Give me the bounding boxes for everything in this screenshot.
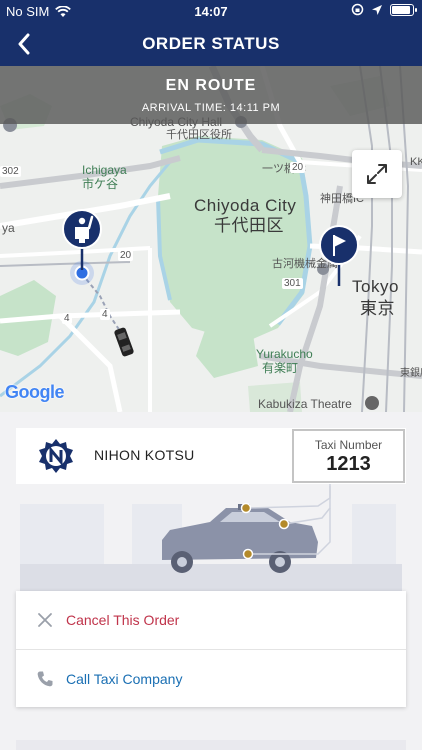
order-status-label: EN ROUTE xyxy=(165,77,257,94)
taxi-number-box: Taxi Number 1213 xyxy=(292,429,405,483)
order-actions: Cancel This Order Call Taxi Company xyxy=(16,591,406,707)
battery-icon xyxy=(390,3,417,16)
page-title: ORDER STATUS xyxy=(142,34,280,53)
call-taxi-company-label: Call Taxi Company xyxy=(66,671,183,687)
route-20-badge-a: 20 xyxy=(118,250,134,261)
label-chiyoda-city-jp: 千代田区 xyxy=(214,216,284,235)
destination-marker[interactable] xyxy=(318,224,360,288)
label-tokyo-jp: 東京 xyxy=(360,299,395,318)
nihon-kotsu-logo xyxy=(39,439,73,473)
status-icons xyxy=(351,3,417,16)
label-ichigaya: Ichigaya xyxy=(82,163,127,177)
taxi-number-value: 1213 xyxy=(326,453,371,475)
taxi-company-name: NIHON KOTSU xyxy=(94,447,195,463)
status-bar: No SIM 14:07 xyxy=(0,0,422,22)
label-chiyoda-ward-office: 千代田区役所 xyxy=(166,129,232,141)
route-302-badge: 302 xyxy=(0,166,21,177)
expand-icon xyxy=(367,164,387,184)
cancel-order-label: Cancel This Order xyxy=(66,612,180,628)
label-yurakucho-jp: 有楽町 xyxy=(262,361,299,375)
google-logo: Google xyxy=(5,382,65,403)
label-higashi-ginza: 東銀座 xyxy=(400,368,422,379)
google-logo-text: Google xyxy=(5,382,65,402)
phone-icon xyxy=(37,671,53,687)
order-status-screen: No SIM 14:07 ORDER STATUS 千代田区役所 Ichigay… xyxy=(0,0,422,750)
label-yurakucho: Yurakucho xyxy=(256,347,313,361)
close-icon xyxy=(38,613,52,627)
label-chiyoda-city: Chiyoda City xyxy=(194,196,297,215)
route-4-badge-a: 4 xyxy=(62,313,72,324)
label-kabukiza: Kabukiza Theatre xyxy=(258,397,352,411)
label-kk: KK xyxy=(410,156,422,168)
expand-map-button[interactable] xyxy=(352,150,402,198)
nav-bar: ORDER STATUS xyxy=(0,22,422,66)
route-20-badge-b: 20 xyxy=(290,162,306,173)
next-section-edge xyxy=(16,740,406,750)
pickup-marker[interactable] xyxy=(61,208,103,272)
top-bar: No SIM 14:07 ORDER STATUS xyxy=(0,0,422,66)
cancel-order-button[interactable]: Cancel This Order xyxy=(16,591,406,649)
location-arrow-icon xyxy=(372,4,382,15)
arrival-time-label: ARRIVAL TIME: 14:11 PM xyxy=(141,102,281,114)
route-301-badge: 301 xyxy=(282,278,303,289)
route-4-badge-b: 4 xyxy=(100,309,110,320)
rotation-lock-icon xyxy=(351,3,364,16)
call-taxi-company-button[interactable]: Call Taxi Company xyxy=(16,649,406,707)
order-status-overlay: EN ROUTE ARRIVAL TIME: 14:11 PM xyxy=(0,66,422,124)
taxi-number-label: Taxi Number xyxy=(314,438,383,452)
map-view[interactable]: Chiyoda City Hall 千代田区役所 Ichigaya 市ケ谷 Ch… xyxy=(0,66,422,412)
label-ya: ya xyxy=(2,221,15,235)
label-ichigaya-jp: 市ケ谷 xyxy=(82,177,119,191)
